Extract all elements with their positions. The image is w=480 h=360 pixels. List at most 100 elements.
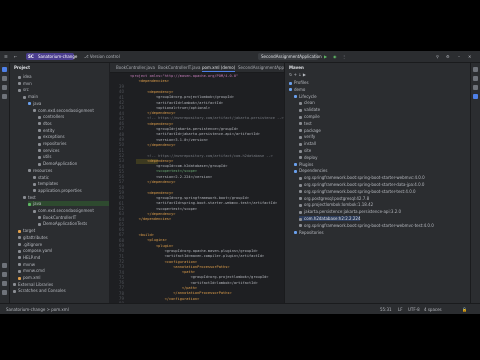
notifications-tool-icon[interactable] xyxy=(473,67,478,72)
code-line[interactable]: <artifactId>spring-boot-starter-webmvc-t… xyxy=(130,201,277,206)
project-tree-item[interactable]: .gitignore xyxy=(18,242,42,247)
debug-icon[interactable]: ◉ xyxy=(333,54,337,59)
maven-tree-item[interactable]: org.springframework.boot:spring-boot-sta… xyxy=(299,175,425,180)
maven-tree-item[interactable]: Repositories xyxy=(294,230,324,235)
code-line[interactable]: <groupId>org.projectlombok</groupId> xyxy=(130,275,269,280)
maven-tree-item[interactable]: install xyxy=(299,141,316,146)
code-line[interactable]: <scope>test</scope> xyxy=(130,169,197,174)
code-line[interactable]: <groupId>org.projectlombok</groupId> xyxy=(130,95,234,100)
maven-tree-item[interactable]: Dependencies xyxy=(294,168,327,173)
maven-tree-item[interactable]: Plugins xyxy=(294,162,313,167)
maven-tree-item[interactable]: org.projectlombok:lombok:1.18.42 xyxy=(299,202,373,207)
indent-setting[interactable]: 4 spaces xyxy=(424,307,442,312)
search-icon[interactable]: ⚲ xyxy=(436,54,439,59)
maven-tree-item[interactable]: org.postgresql:postgresql:42.7.8 xyxy=(299,196,369,201)
project-tree-item[interactable]: compose.yaml xyxy=(18,248,52,253)
project-tree-item[interactable]: static xyxy=(33,175,49,180)
editor-tab[interactable]: SecondAssignmentApplication xyxy=(238,65,284,71)
maven-tree-item[interactable]: demo xyxy=(289,87,305,92)
code-line[interactable]: <plugins> xyxy=(130,238,167,243)
maven-tree-item[interactable]: Profiles xyxy=(289,80,309,85)
run-tool-icon[interactable] xyxy=(2,263,7,268)
code-line[interactable]: <configuration> xyxy=(130,260,197,265)
file-encoding[interactable]: UTF-8 xyxy=(408,307,420,312)
project-tree-item[interactable]: Scratches and Consoles xyxy=(13,288,66,293)
back-icon[interactable]: ← xyxy=(14,54,17,59)
maven-tree-item[interactable]: org.springframework.boot:spring-boot-sta… xyxy=(299,223,434,228)
maven-tree-item[interactable]: com.h2database:h2:2.2.224 xyxy=(299,216,361,221)
code-line[interactable]: <build> xyxy=(130,233,154,238)
project-tree-item[interactable]: resources xyxy=(28,168,52,173)
code-line[interactable]: <project xmlns="http://maven.apache.org/… xyxy=(130,74,238,79)
code-line[interactable]: <artifactId>maven-compiler-plugin</artif… xyxy=(130,254,265,259)
git-tool-icon[interactable] xyxy=(2,290,7,295)
database-tool-icon[interactable] xyxy=(473,85,478,90)
reload-icon[interactable]: ↻ xyxy=(289,72,292,77)
project-tree-item[interactable]: com.exd.secondassignment xyxy=(33,108,94,113)
maven-tree-item[interactable]: site xyxy=(299,148,311,153)
project-switcher[interactable]: SC Sanatorium-change xyxy=(26,53,77,60)
code-line[interactable]: <artifactId>lombok</artifactId> xyxy=(130,101,223,106)
project-tree-item[interactable]: controllers xyxy=(38,114,64,119)
code-line[interactable]: <groupId>org.springframework.boot</group… xyxy=(130,196,249,201)
code-line[interactable]: <plugin> xyxy=(130,244,173,249)
maven-tree-item[interactable]: jakarta.persistence:jakarta.persistence-… xyxy=(299,209,401,214)
commit-tool-icon[interactable] xyxy=(2,76,7,81)
settings-icon[interactable]: ⚙ xyxy=(446,54,450,59)
close-icon[interactable]: ✕ xyxy=(468,54,471,59)
project-tree-item[interactable]: exceptions xyxy=(38,134,65,139)
maven-tree-item[interactable]: org.springframework.boot:spring-boot-sta… xyxy=(299,182,424,187)
run-config-selector[interactable]: SecondAssignmentApplication xyxy=(258,53,322,60)
code-line[interactable]: <dependency> xyxy=(130,122,173,127)
project-tree-item[interactable]: HELP.md xyxy=(18,255,40,260)
project-tree-item[interactable]: pom.xml xyxy=(18,275,41,280)
project-tree-item[interactable]: java xyxy=(28,201,109,207)
run-icon[interactable]: ▶ xyxy=(324,54,327,59)
code-line[interactable]: </dependencies> xyxy=(130,217,171,222)
code-line[interactable]: <groupId>com.h2database</groupId> xyxy=(130,164,227,169)
project-tree-item[interactable]: src xyxy=(18,87,29,92)
project-tree-item[interactable]: mvnw.cmd xyxy=(18,268,45,273)
code-line[interactable]: <dependencies> xyxy=(130,79,169,84)
code-line[interactable]: </dependency> xyxy=(130,143,175,148)
maven-tree-item[interactable]: package xyxy=(299,128,321,133)
code-line[interactable]: <dependency> xyxy=(130,159,173,164)
code-line[interactable]: </dependency> xyxy=(130,212,175,217)
code-line[interactable]: <scope>test</scope> xyxy=(130,207,197,212)
line-separator[interactable]: LF xyxy=(398,307,403,312)
problems-tool-icon[interactable] xyxy=(2,281,7,286)
maven-tree-item[interactable]: verify xyxy=(299,134,315,139)
code-line[interactable]: </dependency> xyxy=(130,111,175,116)
add-icon[interactable]: + xyxy=(294,72,297,77)
code-line[interactable]: <optional>true</optional> xyxy=(130,106,210,111)
download-icon[interactable]: ↓ xyxy=(298,72,301,77)
project-tree-item[interactable]: main xyxy=(23,94,38,99)
project-tree-item[interactable]: BookControllerIT xyxy=(38,215,76,220)
code-line[interactable]: <version>2.2.224</version> xyxy=(130,175,212,180)
project-tree-item[interactable]: entity xyxy=(38,128,55,133)
project-tree-item[interactable]: idea xyxy=(18,74,32,79)
code-line[interactable]: <annotationProcessorPaths> xyxy=(130,265,229,270)
project-tree-item[interactable]: External Libraries xyxy=(13,282,53,287)
project-tree-item[interactable]: test xyxy=(23,195,36,200)
ai-assistant-tool-icon[interactable] xyxy=(473,76,478,81)
code-line[interactable]: <version>3.1.0</version> xyxy=(130,138,208,143)
project-tree-item[interactable]: target xyxy=(18,228,35,233)
code-line[interactable]: <dependency> xyxy=(130,90,173,95)
maven-tree-item[interactable]: clean xyxy=(299,100,315,105)
lock-icon[interactable]: 🔓 xyxy=(462,307,467,312)
vcs-widget[interactable]: ⎇ Version control xyxy=(84,54,120,59)
code-line[interactable]: </annotationProcessorPaths> xyxy=(130,291,231,296)
editor-tab[interactable]: BookControllerIT.java xyxy=(158,65,200,71)
project-tree-item[interactable]: DemoApplicationTests xyxy=(38,221,87,226)
code-line[interactable]: <artifactId>jakarta.persistence-api</art… xyxy=(130,132,260,137)
caret-position[interactable]: 55:31 xyxy=(380,307,392,312)
project-tree-item[interactable]: java xyxy=(28,101,41,106)
code-line[interactable]: <artifactId>lombok</artifactId> xyxy=(130,281,258,286)
code-line[interactable]: <groupId>jakarta.persistence</groupId> xyxy=(130,127,238,132)
maven-tree-item[interactable]: validate xyxy=(299,107,320,112)
project-tree-item[interactable]: DemoApplication xyxy=(38,161,77,166)
structure-tool-icon[interactable] xyxy=(2,85,7,90)
more-tools-icon[interactable] xyxy=(2,94,7,99)
maven-tree-item[interactable]: deploy xyxy=(299,155,317,160)
